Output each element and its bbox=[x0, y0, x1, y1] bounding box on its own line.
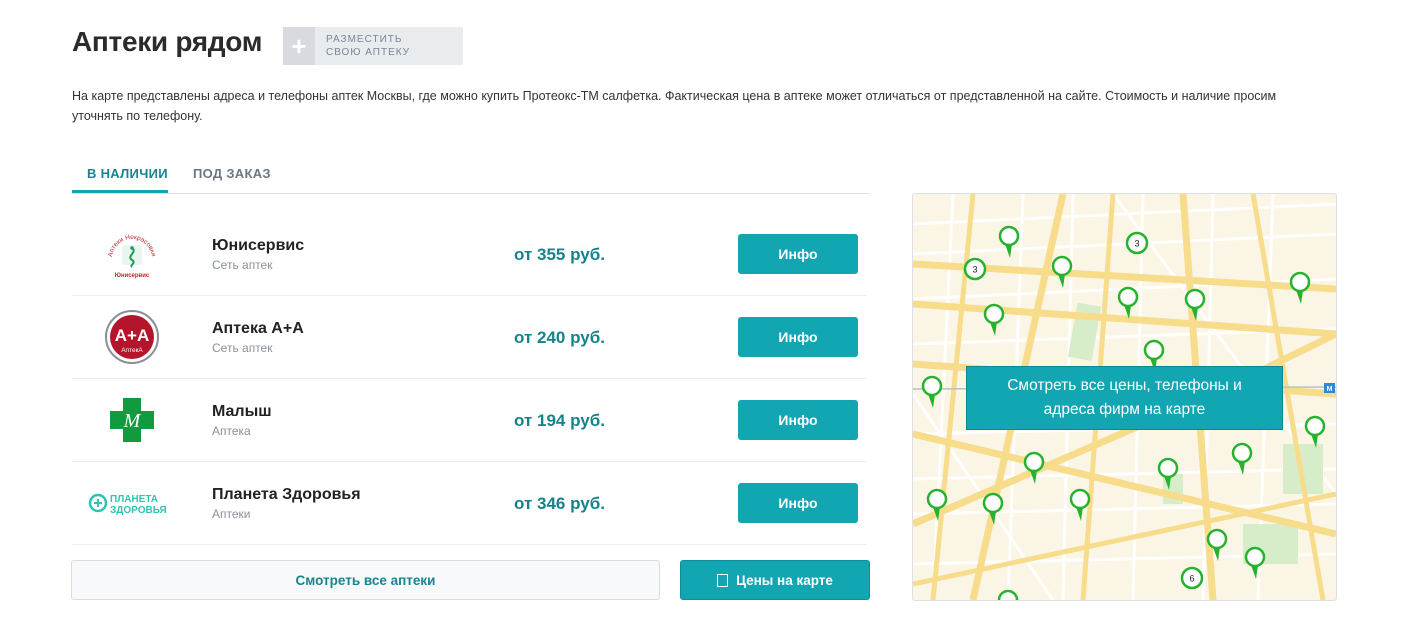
pharmacy-list: Аптеки Некрасовки Юнисервис Юнисервис Се… bbox=[72, 213, 867, 545]
pharmacy-name: Аптека А+А bbox=[212, 320, 304, 337]
pharmacy-name: Малыш bbox=[212, 403, 272, 420]
pharmacy-row: Аптеки Некрасовки Юнисервис Юнисервис Се… bbox=[72, 213, 867, 296]
pharmacy-price: от 194 руб. bbox=[514, 411, 605, 430]
pharmacy-row: М Малыш Аптека от 194 руб. Инфо bbox=[72, 379, 867, 462]
pharmacy-name: Планета Здоровья bbox=[212, 486, 361, 503]
pharmacy-type: Аптека bbox=[212, 424, 251, 438]
tab-in-stock[interactable]: В НАЛИЧИИ bbox=[87, 166, 168, 181]
tab-on-order[interactable]: ПОД ЗАКАЗ bbox=[193, 166, 271, 181]
all-pharmacies-button[interactable]: Смотреть все аптеки bbox=[71, 560, 660, 600]
prices-on-map-label: Цены на карте bbox=[736, 572, 833, 588]
apteka-aa-logo: А+А АптекА bbox=[82, 308, 182, 366]
pharmacy-price: от 355 руб. bbox=[514, 245, 605, 264]
planeta-logo-line2: ЗДОРОВЬЯ bbox=[110, 505, 167, 516]
malysh-logo-letter: М bbox=[123, 410, 142, 432]
pharmacy-type: Аптеки bbox=[212, 507, 251, 521]
cluster-count: 6 bbox=[1189, 574, 1194, 584]
unisevice-logo: Аптеки Некрасовки Юнисервис bbox=[82, 225, 182, 283]
metro-label: М bbox=[1327, 386, 1333, 393]
add-pharmacy-button[interactable]: + РАЗМЕСТИТЬ СВОЮ АПТЕКУ bbox=[283, 27, 463, 65]
map-overlay-link[interactable]: Смотреть все цены, телефоны и адреса фир… bbox=[966, 366, 1283, 430]
cluster-count: 3 bbox=[972, 265, 977, 275]
pharmacy-map[interactable]: М 3 3 6 Смотреть все цены, телефоны и ад… bbox=[912, 193, 1337, 601]
malysh-cross-logo: М bbox=[82, 391, 182, 449]
info-button[interactable]: Инфо bbox=[738, 483, 858, 523]
pharmacy-price: от 346 руб. bbox=[514, 494, 605, 513]
pharmacy-row: ПЛАНЕТА ЗДОРОВЬЯ Планета Здоровья Аптеки… bbox=[72, 462, 867, 545]
availability-tabs: В НАЛИЧИИ ПОД ЗАКАЗ bbox=[72, 160, 870, 194]
planeta-zdorovya-logo: ПЛАНЕТА ЗДОРОВЬЯ bbox=[82, 474, 182, 532]
map-cluster[interactable]: 3 bbox=[1125, 231, 1149, 255]
active-tab-indicator bbox=[72, 190, 168, 193]
page-title: Аптеки рядом bbox=[72, 26, 263, 57]
pharmacy-type: Сеть аптек bbox=[212, 341, 273, 355]
map-icon bbox=[717, 573, 729, 587]
info-button[interactable]: Инфо bbox=[738, 317, 858, 357]
apteka-aa-logo-subtext: АптекА bbox=[121, 347, 143, 354]
prices-on-map-button[interactable]: Цены на карте bbox=[680, 560, 870, 600]
pharmacy-price: от 240 руб. bbox=[514, 328, 605, 347]
pharmacy-name: Юнисервис bbox=[212, 237, 305, 254]
cluster-count: 3 bbox=[1134, 239, 1139, 249]
info-button[interactable]: Инфо bbox=[738, 234, 858, 274]
planeta-logo-line1: ПЛАНЕТА bbox=[110, 494, 158, 505]
info-button[interactable]: Инфо bbox=[738, 400, 858, 440]
add-pharmacy-label-line2: СВОЮ АПТЕКУ bbox=[326, 47, 411, 58]
pharmacy-type: Сеть аптек bbox=[212, 258, 273, 272]
plus-icon: + bbox=[283, 27, 315, 65]
apteka-aa-logo-text: А+А bbox=[115, 326, 149, 345]
map-cluster[interactable]: 6 bbox=[1180, 566, 1204, 590]
map-overlay-text: Смотреть все цены, телефоны и адреса фир… bbox=[1007, 377, 1242, 418]
unisevice-logo-caption: Юнисервис bbox=[115, 273, 150, 279]
page-description: На карте представлены адреса и телефоны … bbox=[72, 89, 1277, 123]
add-pharmacy-label-line1: РАЗМЕСТИТЬ bbox=[326, 34, 403, 45]
map-cluster[interactable]: 3 bbox=[963, 257, 987, 281]
pharmacy-row: А+А АптекА Аптека А+А Сеть аптек от 240 … bbox=[72, 296, 867, 379]
